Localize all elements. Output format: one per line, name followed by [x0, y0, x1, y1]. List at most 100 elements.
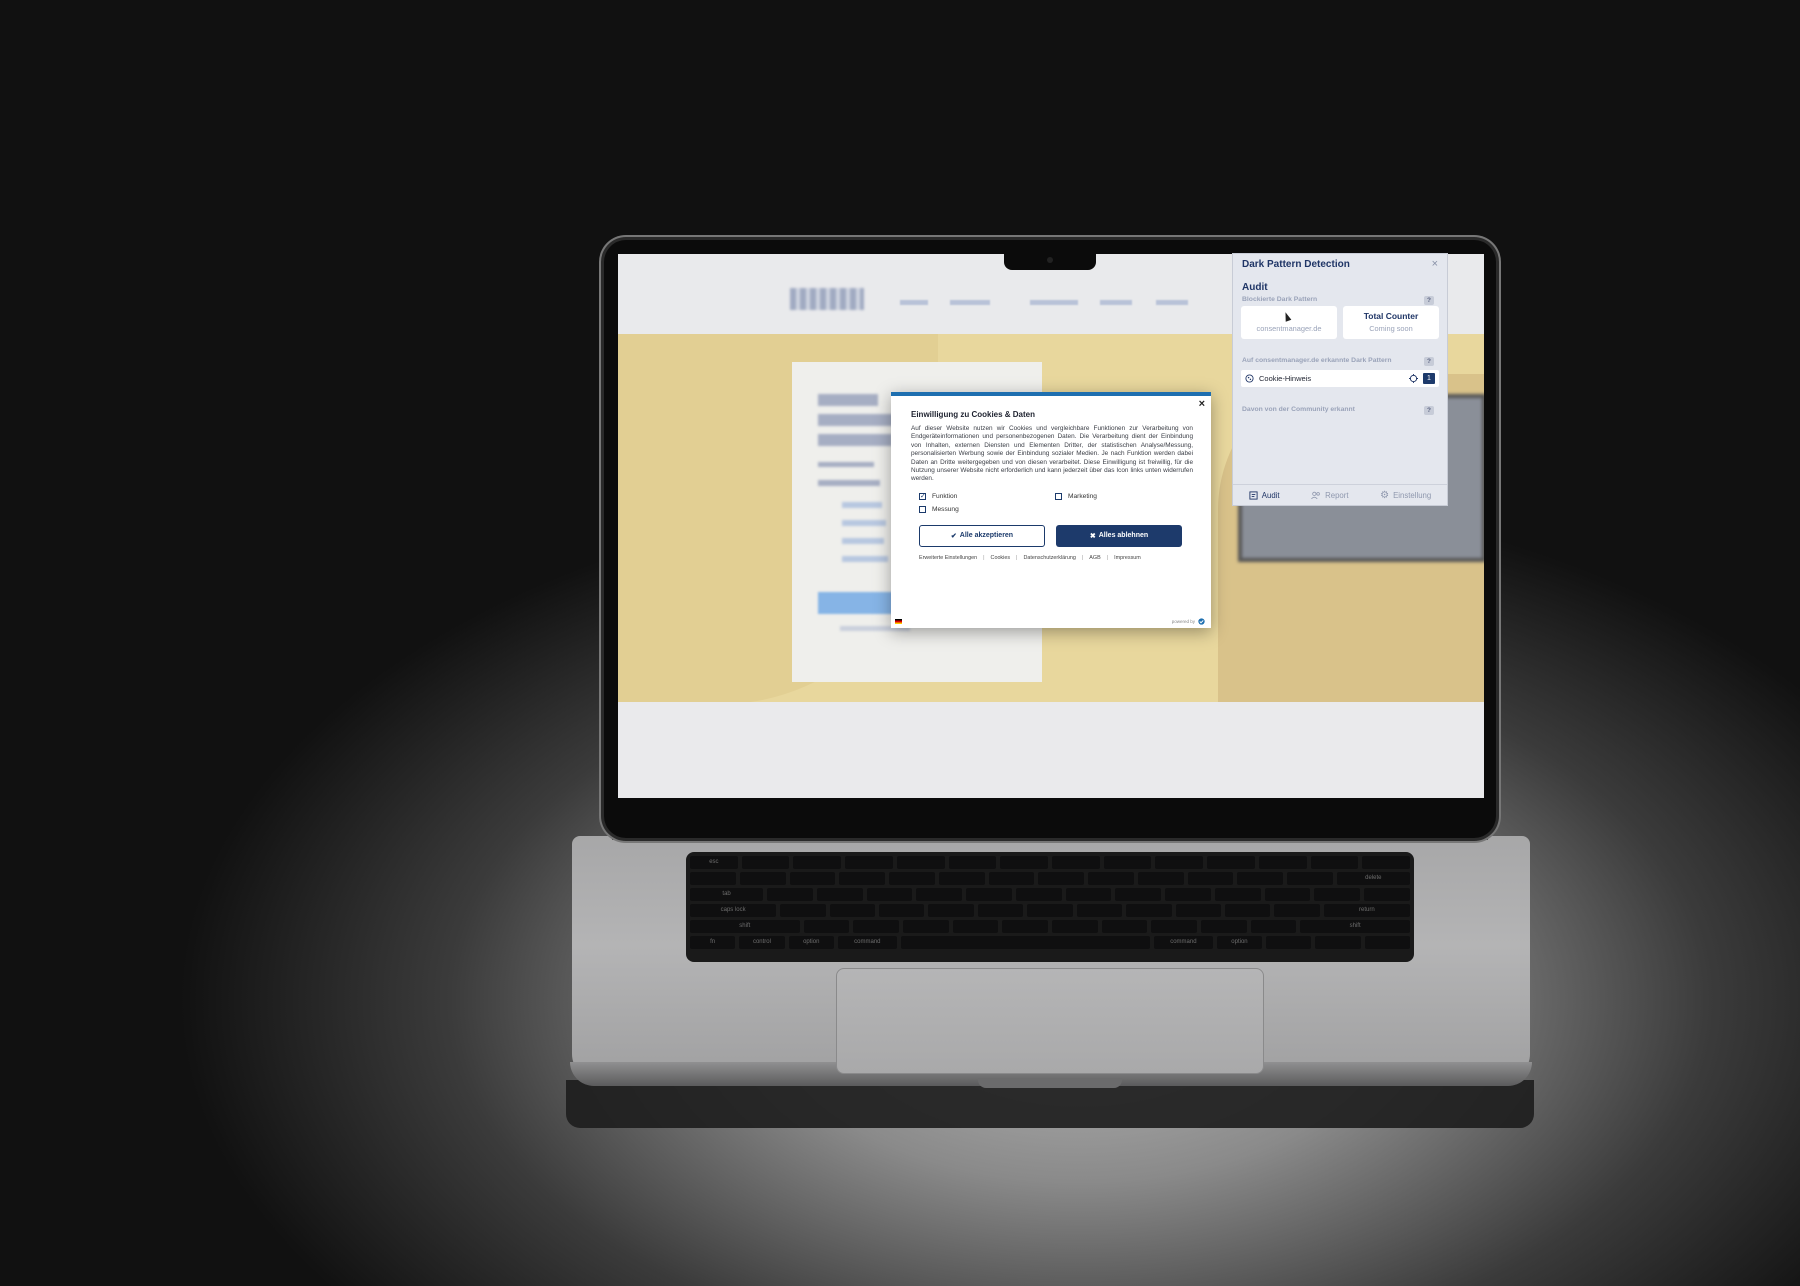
- blurred-text: [818, 434, 892, 446]
- footer-tab-audit[interactable]: Audit: [1249, 491, 1280, 500]
- nav-link[interactable]: [1100, 300, 1132, 305]
- key: [889, 872, 935, 885]
- key-arrow: [1315, 936, 1361, 949]
- cookie-close-button[interactable]: ×: [1199, 398, 1205, 410]
- nav-link[interactable]: [900, 300, 928, 305]
- x-icon: ✖: [1089, 532, 1096, 540]
- accept-all-button[interactable]: ✔ Alle akzeptieren: [919, 524, 1045, 547]
- link-cookies[interactable]: Cookies: [991, 555, 1010, 561]
- key: [803, 920, 850, 933]
- link-agb[interactable]: AGB: [1089, 555, 1100, 561]
- help-icon[interactable]: ?: [1424, 406, 1434, 415]
- key-caps-lock: caps lock: [690, 904, 777, 917]
- detected-label: Auf consentmanager.de erkannte Dark Patt…: [1242, 357, 1392, 364]
- website-logo: [790, 288, 864, 310]
- blurred-text: [818, 414, 902, 426]
- powered-by-text: powered by: [1171, 619, 1195, 624]
- key: [1051, 920, 1098, 933]
- key: [928, 904, 974, 917]
- key: [896, 856, 945, 869]
- key: [977, 904, 1024, 917]
- key-space: [900, 936, 1150, 949]
- link-datenschutz[interactable]: Datenschutzerklärung: [1023, 555, 1075, 561]
- key: [1187, 872, 1234, 885]
- key: [780, 904, 826, 917]
- key: [902, 920, 949, 933]
- help-icon[interactable]: ?: [1424, 296, 1434, 305]
- key: [948, 856, 997, 869]
- key: [1137, 872, 1184, 885]
- nav-link[interactable]: [950, 300, 990, 305]
- check-icon: ✔: [950, 532, 957, 540]
- key: [845, 856, 893, 869]
- dark-pattern-extension-panel: Dark Pattern Detection × Audit Blockiert…: [1232, 253, 1448, 506]
- key-shift-left: shift: [690, 920, 800, 933]
- website-lower-section: [618, 702, 1484, 798]
- checkbox-empty-icon[interactable]: [919, 505, 926, 513]
- detected-pattern-row[interactable]: Cookie-Hinweis 1: [1241, 370, 1439, 387]
- key-command-right: command: [1153, 936, 1213, 949]
- blurred-text: [842, 520, 886, 526]
- key-return: return: [1323, 904, 1410, 917]
- stat-subtitle: consentmanager.de: [1256, 324, 1322, 333]
- blurred-text: [842, 556, 888, 562]
- key: [1175, 904, 1221, 917]
- key: [1274, 904, 1320, 917]
- language-flag-icon[interactable]: [895, 619, 902, 624]
- reject-all-button[interactable]: ✖ Alles ablehnen: [1056, 524, 1182, 547]
- key: [916, 888, 963, 901]
- extension-footer-nav: Audit Report ⚙ Einstellung: [1233, 484, 1447, 505]
- key: [1027, 904, 1073, 917]
- key: [1115, 888, 1162, 901]
- key: [1287, 872, 1333, 885]
- key: [1165, 888, 1211, 901]
- blocked-label: Blockierte Dark Pattern: [1242, 296, 1318, 303]
- checkbox-empty-icon[interactable]: [1055, 492, 1062, 500]
- key: [1250, 920, 1297, 933]
- footer-tab-einstellung[interactable]: ⚙ Einstellung: [1380, 490, 1431, 501]
- footer-tab-label: Einstellung: [1393, 490, 1432, 500]
- trackpad: [836, 968, 1264, 1074]
- key: [1364, 888, 1410, 901]
- key: [739, 872, 786, 885]
- key: [1000, 856, 1049, 869]
- link-erweiterte-einstellungen[interactable]: Erweiterte Einstellungen: [919, 555, 977, 561]
- nav-link[interactable]: [1156, 300, 1188, 305]
- checkbox-marketing[interactable]: Marketing: [1055, 492, 1175, 500]
- footer-tab-report[interactable]: Report: [1311, 491, 1349, 500]
- key-command-left: command: [837, 936, 897, 949]
- cookie-body: Auf dieser Website nutzen wir Cookies un…: [911, 425, 1193, 483]
- cookie-icon: [1245, 374, 1254, 383]
- reject-all-label: Alles ablehnen: [1098, 532, 1149, 540]
- checkbox-label: Messung: [932, 505, 959, 513]
- key: [789, 872, 836, 885]
- checkbox-messung[interactable]: Messung: [919, 505, 1055, 513]
- key: [1258, 856, 1307, 869]
- key: [839, 872, 885, 885]
- key: [1314, 888, 1361, 901]
- separator: |: [1016, 554, 1018, 561]
- checkbox-checked-icon[interactable]: ✓: [919, 492, 926, 500]
- key: [1076, 904, 1123, 917]
- extension-close-button[interactable]: ×: [1432, 258, 1438, 270]
- key: [938, 872, 985, 885]
- key-shift-right: shift: [1300, 920, 1410, 933]
- key: [1214, 888, 1261, 901]
- stat-title: Total Counter: [1363, 311, 1419, 321]
- link-impressum[interactable]: Impressum: [1114, 555, 1141, 561]
- checkbox-funktion[interactable]: ✓ Funktion: [919, 492, 1055, 500]
- key: [1155, 856, 1204, 869]
- key-option-right: option: [1216, 936, 1263, 949]
- key: [1015, 888, 1062, 901]
- key: [1207, 856, 1255, 869]
- extension-title: Dark Pattern Detection: [1242, 259, 1350, 270]
- key: [853, 920, 899, 933]
- key: [866, 888, 913, 901]
- key: [1038, 872, 1084, 885]
- help-icon[interactable]: ?: [1424, 357, 1434, 366]
- key: [1002, 920, 1048, 933]
- nav-link[interactable]: [1030, 300, 1078, 305]
- blurred-text: [818, 394, 878, 406]
- key: [1362, 856, 1411, 869]
- locate-icon[interactable]: [1409, 374, 1418, 383]
